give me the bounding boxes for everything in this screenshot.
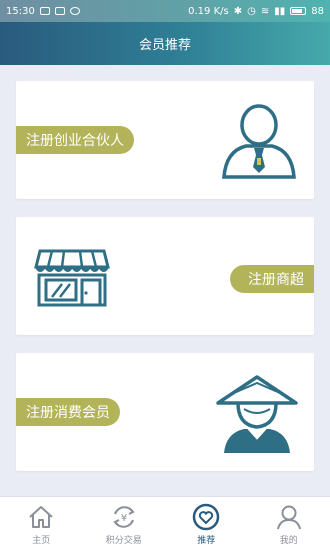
tab-mine-label: 我的 [279, 536, 298, 546]
svg-text:¥: ¥ [121, 513, 127, 524]
alarm-icon: ◷ [247, 5, 256, 17]
home-icon [29, 506, 53, 528]
register-supermarket-card[interactable]: 注册商超 [16, 217, 314, 335]
wifi-icon: ≋ [260, 5, 270, 17]
user-icon [276, 505, 301, 530]
status-bar: 15:30 0.19 K/s ✱ ◷ ≋ ▮▮ 88 [0, 0, 330, 22]
register-member-label: 注册消费会员 [16, 398, 120, 426]
register-partner-card[interactable]: 注册创业合伙人 [16, 81, 314, 199]
tab-recommend[interactable]: 推荐 [165, 497, 248, 550]
battery-icon [290, 7, 307, 15]
page-title: 会员推荐 [138, 38, 191, 53]
header-bar: 会员推荐 [0, 22, 330, 65]
register-supermarket-label: 注册商超 [230, 265, 314, 293]
battery-level: 88 [311, 5, 324, 17]
storefront-icon [34, 249, 110, 307]
person-with-tie-icon [222, 104, 296, 179]
register-partner-label: 注册创业合伙人 [16, 126, 134, 154]
bottom-tab-bar: 主页 ¥ 积分交易 推荐 我的 [0, 496, 330, 550]
check-circle-icon [69, 7, 80, 15]
network-speed: 0.19 K/s [188, 5, 229, 17]
tab-home[interactable]: 主页 [0, 497, 83, 550]
mail-icon [54, 7, 65, 15]
bluetooth-icon: ✱ [233, 5, 243, 17]
tab-mine[interactable]: 我的 [248, 497, 330, 550]
tab-recommend-label: 推荐 [197, 536, 216, 546]
status-time: 15:30 [6, 5, 35, 17]
tab-points-trade[interactable]: ¥ 积分交易 [83, 497, 166, 550]
signal-icon: ▮▮ [274, 5, 286, 17]
farmer-with-hat-icon [216, 375, 298, 453]
tab-points-trade-label: 积分交易 [105, 536, 142, 546]
heart-icon [193, 503, 220, 531]
notification-icon [39, 7, 50, 15]
register-member-card[interactable]: 注册消费会员 [16, 353, 314, 471]
tab-home-label: 主页 [32, 536, 51, 546]
yuan-exchange-icon: ¥ [113, 506, 135, 528]
